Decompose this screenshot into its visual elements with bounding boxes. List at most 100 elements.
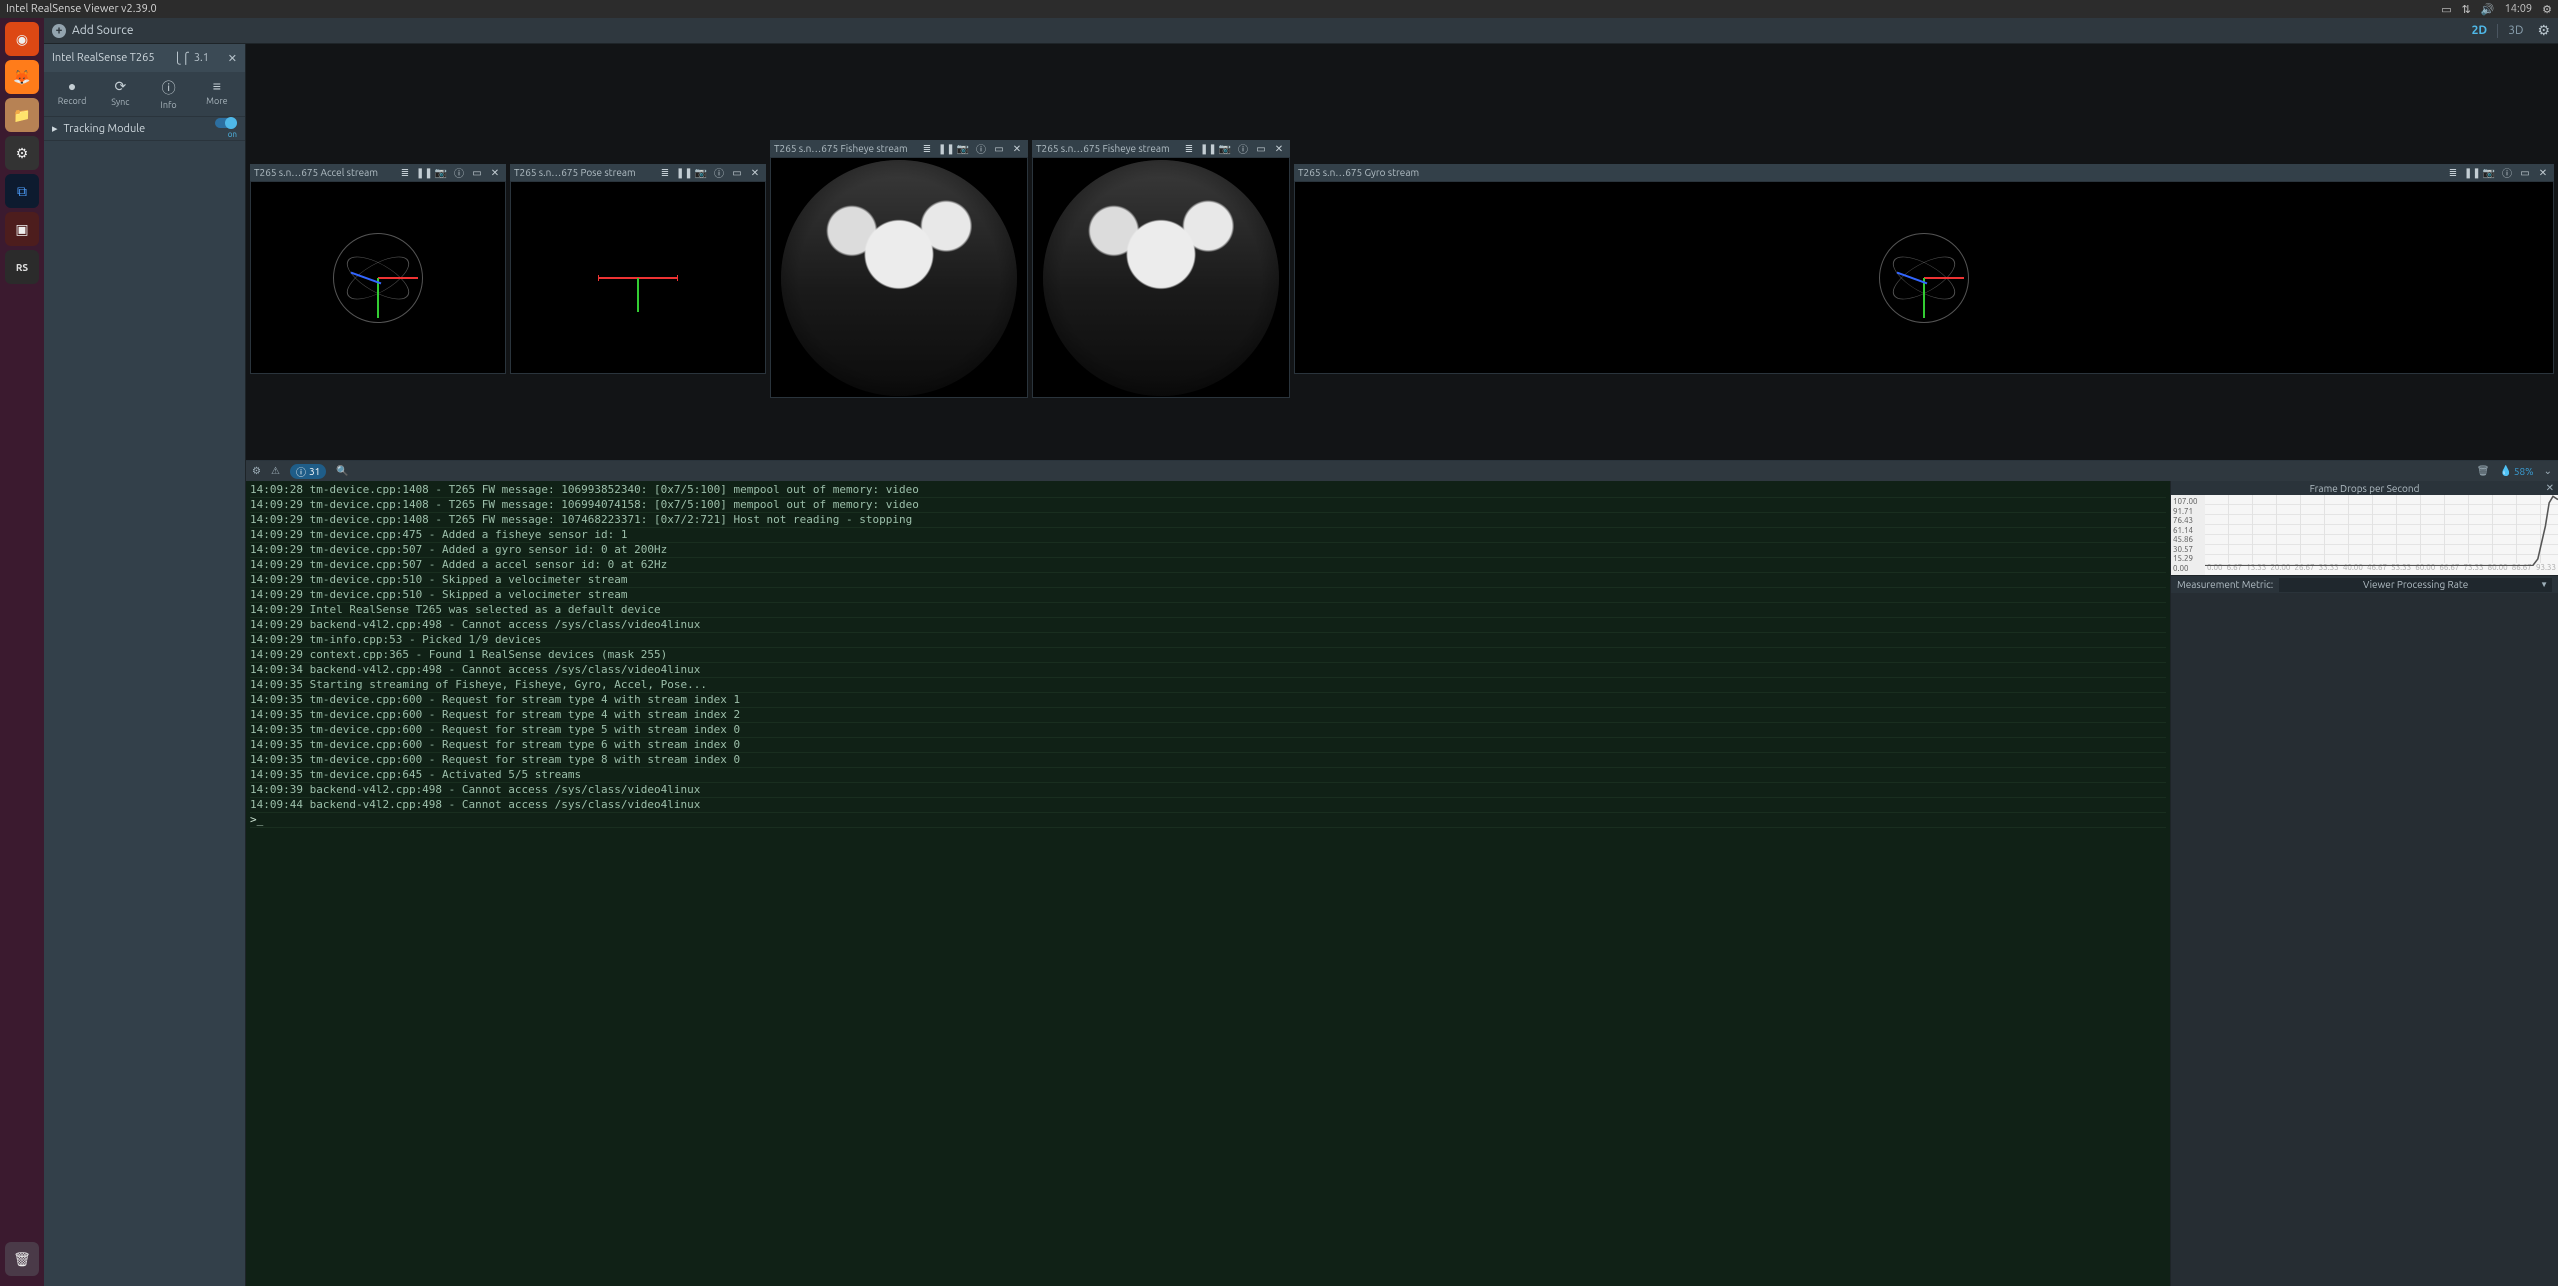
firefox-icon[interactable]: 🦊 — [5, 60, 39, 94]
system-tray: ▭ ⇅ 🔊 14:09 ⚙ — [2441, 3, 2552, 16]
os-titlebar: Intel RealSense Viewer v2.39.0 ▭ ⇅ 🔊 14:… — [0, 0, 2558, 18]
pause-icon[interactable]: ❚❚ — [2464, 167, 2478, 179]
hamburger-icon: ≡ — [213, 78, 221, 94]
maximize-icon[interactable]: ▭ — [992, 143, 1006, 155]
ubuntu-launcher: ◉ 🦊 📁 ⚙ ⧉ ▣ RS 🗑 — [0, 18, 44, 1286]
console-info-badge[interactable]: ⓘ 31 — [290, 464, 326, 479]
maximize-icon[interactable]: ▭ — [2518, 167, 2532, 179]
plus-icon: + — [52, 24, 66, 38]
info-icon[interactable]: ⓘ — [974, 141, 988, 156]
sync-icon: ⟳ — [115, 78, 127, 95]
sync-button[interactable]: ⟳Sync — [98, 78, 142, 110]
stream-fisheye1-title: T265 s.n…675 Fisheye stream — [774, 143, 916, 154]
power-icon[interactable]: ⚙ — [2542, 3, 2552, 16]
fisheye-image — [781, 160, 1017, 396]
device-name: Intel RealSense T265 — [52, 52, 155, 64]
stream-fisheye2-view[interactable] — [1032, 157, 1290, 398]
close-icon[interactable]: ✕ — [1272, 143, 1286, 155]
stream-fisheye1-view[interactable] — [770, 157, 1028, 398]
stream-pose-view[interactable] — [510, 181, 766, 374]
list-icon[interactable]: ≣ — [2446, 167, 2460, 179]
mode-3d-button[interactable]: 3D — [2508, 24, 2523, 37]
list-icon[interactable]: ≣ — [920, 143, 934, 155]
stream-accel: T265 s.n…675 Accel stream ≣ ❚❚ 📷 ⓘ ▭ ✕ — [250, 164, 506, 374]
stream-fisheye1: T265 s.n…675 Fisheye stream ≣ ❚❚ 📷 ⓘ ▭ ✕ — [770, 140, 1028, 398]
list-icon[interactable]: ≣ — [1182, 143, 1196, 155]
maximize-icon[interactable]: ▭ — [1254, 143, 1268, 155]
console-collapse-icon[interactable]: ⌄ — [2544, 465, 2552, 477]
volume-icon[interactable]: 🔊 — [2481, 3, 2495, 16]
camera-icon[interactable]: 📷 — [694, 167, 708, 179]
console-clear-icon[interactable]: 🗑 — [2477, 465, 2490, 477]
realsense-icon[interactable]: RS — [5, 250, 39, 284]
fisheye-image — [1043, 160, 1279, 396]
settings-gear-icon[interactable]: ⚙ — [2537, 22, 2550, 39]
mode-2d-button[interactable]: 2D — [2472, 24, 2488, 37]
stream-accel-title: T265 s.n…675 Accel stream — [254, 167, 394, 178]
metrics-panel: Frame Drops per Second ✕ 107.0091.7176.4… — [2170, 481, 2558, 1286]
network-icon[interactable]: ⇅ — [2462, 3, 2471, 16]
info-button[interactable]: ⓘInfo — [147, 78, 191, 110]
settings-icon[interactable]: ⚙ — [5, 136, 39, 170]
console-search-icon[interactable]: 🔍 — [336, 465, 348, 477]
pause-icon[interactable]: ❚❚ — [938, 143, 952, 155]
stream-accel-bar: T265 s.n…675 Accel stream ≣ ❚❚ 📷 ⓘ ▭ ✕ — [250, 164, 506, 181]
console-warning-icon[interactable]: ⚠ — [271, 465, 280, 477]
pause-icon[interactable]: ❚❚ — [416, 167, 430, 179]
more-button[interactable]: ≡More — [195, 78, 239, 110]
drop-icon: 💧 — [2499, 465, 2511, 477]
info-icon[interactable]: ⓘ — [1236, 141, 1250, 156]
vscode-icon[interactable]: ⧉ — [5, 174, 39, 208]
info-icon[interactable]: ⓘ — [452, 165, 466, 180]
close-icon[interactable]: ✕ — [488, 167, 502, 179]
console-gear-icon[interactable]: ⚙ — [252, 465, 261, 477]
add-source-button[interactable]: + Add Source — [52, 24, 133, 38]
close-icon[interactable]: ✕ — [2536, 167, 2550, 179]
maximize-icon[interactable]: ▭ — [470, 167, 484, 179]
metrics-close-icon[interactable]: ✕ — [2546, 482, 2554, 494]
stream-gyro-view[interactable] — [1294, 181, 2554, 374]
stream-fisheye2-bar: T265 s.n…675 Fisheye stream ≣ ❚❚ 📷 ⓘ ▭ ✕ — [1032, 140, 1290, 157]
info-icon[interactable]: ⓘ — [2500, 165, 2514, 180]
chart-plot[interactable] — [2205, 495, 2558, 563]
camera-icon[interactable]: 📷 — [956, 143, 970, 155]
terminal-icon[interactable]: ▣ — [5, 212, 39, 246]
stream-accel-view[interactable] — [250, 181, 506, 374]
camera-icon[interactable]: 📷 — [2482, 167, 2496, 179]
list-icon[interactable]: ≣ — [658, 167, 672, 179]
files-icon[interactable]: 📁 — [5, 98, 39, 132]
dash-icon[interactable]: ◉ — [5, 22, 39, 56]
camera-icon[interactable]: 📷 — [1218, 143, 1232, 155]
realsense-viewer-app: + Add Source 2D 3D ⚙ Intel RealSense T26… — [44, 18, 2558, 1286]
close-icon[interactable]: ✕ — [748, 167, 762, 179]
maximize-icon[interactable]: ▭ — [730, 167, 744, 179]
window-title: Intel RealSense Viewer v2.39.0 — [6, 3, 157, 15]
battery-icon[interactable]: ▭ — [2441, 3, 2451, 16]
camera-icon[interactable]: 📷 — [434, 167, 448, 179]
list-icon[interactable]: ≣ — [398, 167, 412, 179]
usb-icon: ⎩⎧ — [173, 52, 190, 65]
add-source-label: Add Source — [72, 24, 133, 37]
record-icon: ● — [68, 78, 76, 94]
trash-icon[interactable]: 🗑 — [5, 1242, 39, 1276]
stream-fisheye1-bar: T265 s.n…675 Fisheye stream ≣ ❚❚ 📷 ⓘ ▭ ✕ — [770, 140, 1028, 157]
device-header: Intel RealSense T265 ⎩⎧ 3.1 ✕ — [44, 44, 245, 72]
mode-divider — [2497, 24, 2498, 38]
metrics-chart-title: Frame Drops per Second ✕ — [2171, 481, 2558, 495]
measurement-dropdown[interactable]: Viewer Processing Rate — [2279, 578, 2552, 592]
stream-fisheye2: T265 s.n…675 Fisheye stream ≣ ❚❚ 📷 ⓘ ▭ ✕ — [1032, 140, 1290, 398]
record-button[interactable]: ●Record — [50, 78, 94, 110]
chart-y-axis: 107.0091.7176.4361.1445.8630.5715.290.00 — [2171, 495, 2205, 575]
tracking-module-row[interactable]: ▸ Tracking Module on — [44, 117, 245, 141]
device-actions: ●Record ⟳Sync ⓘInfo ≡More — [44, 72, 245, 117]
close-icon[interactable]: ✕ — [1010, 143, 1024, 155]
tracking-toggle[interactable] — [215, 118, 237, 128]
pause-icon[interactable]: ❚❚ — [1200, 143, 1214, 155]
clock: 14:09 — [2505, 3, 2533, 15]
device-close-icon[interactable]: ✕ — [228, 52, 237, 65]
pause-icon[interactable]: ❚❚ — [676, 167, 690, 179]
chevron-right-icon: ▸ — [52, 122, 58, 135]
device-usb: ⎩⎧ 3.1 — [173, 52, 209, 65]
console-log[interactable]: 14:09:28 tm-device.cpp:1408 - T265 FW me… — [246, 481, 2170, 1286]
info-icon[interactable]: ⓘ — [712, 165, 726, 180]
